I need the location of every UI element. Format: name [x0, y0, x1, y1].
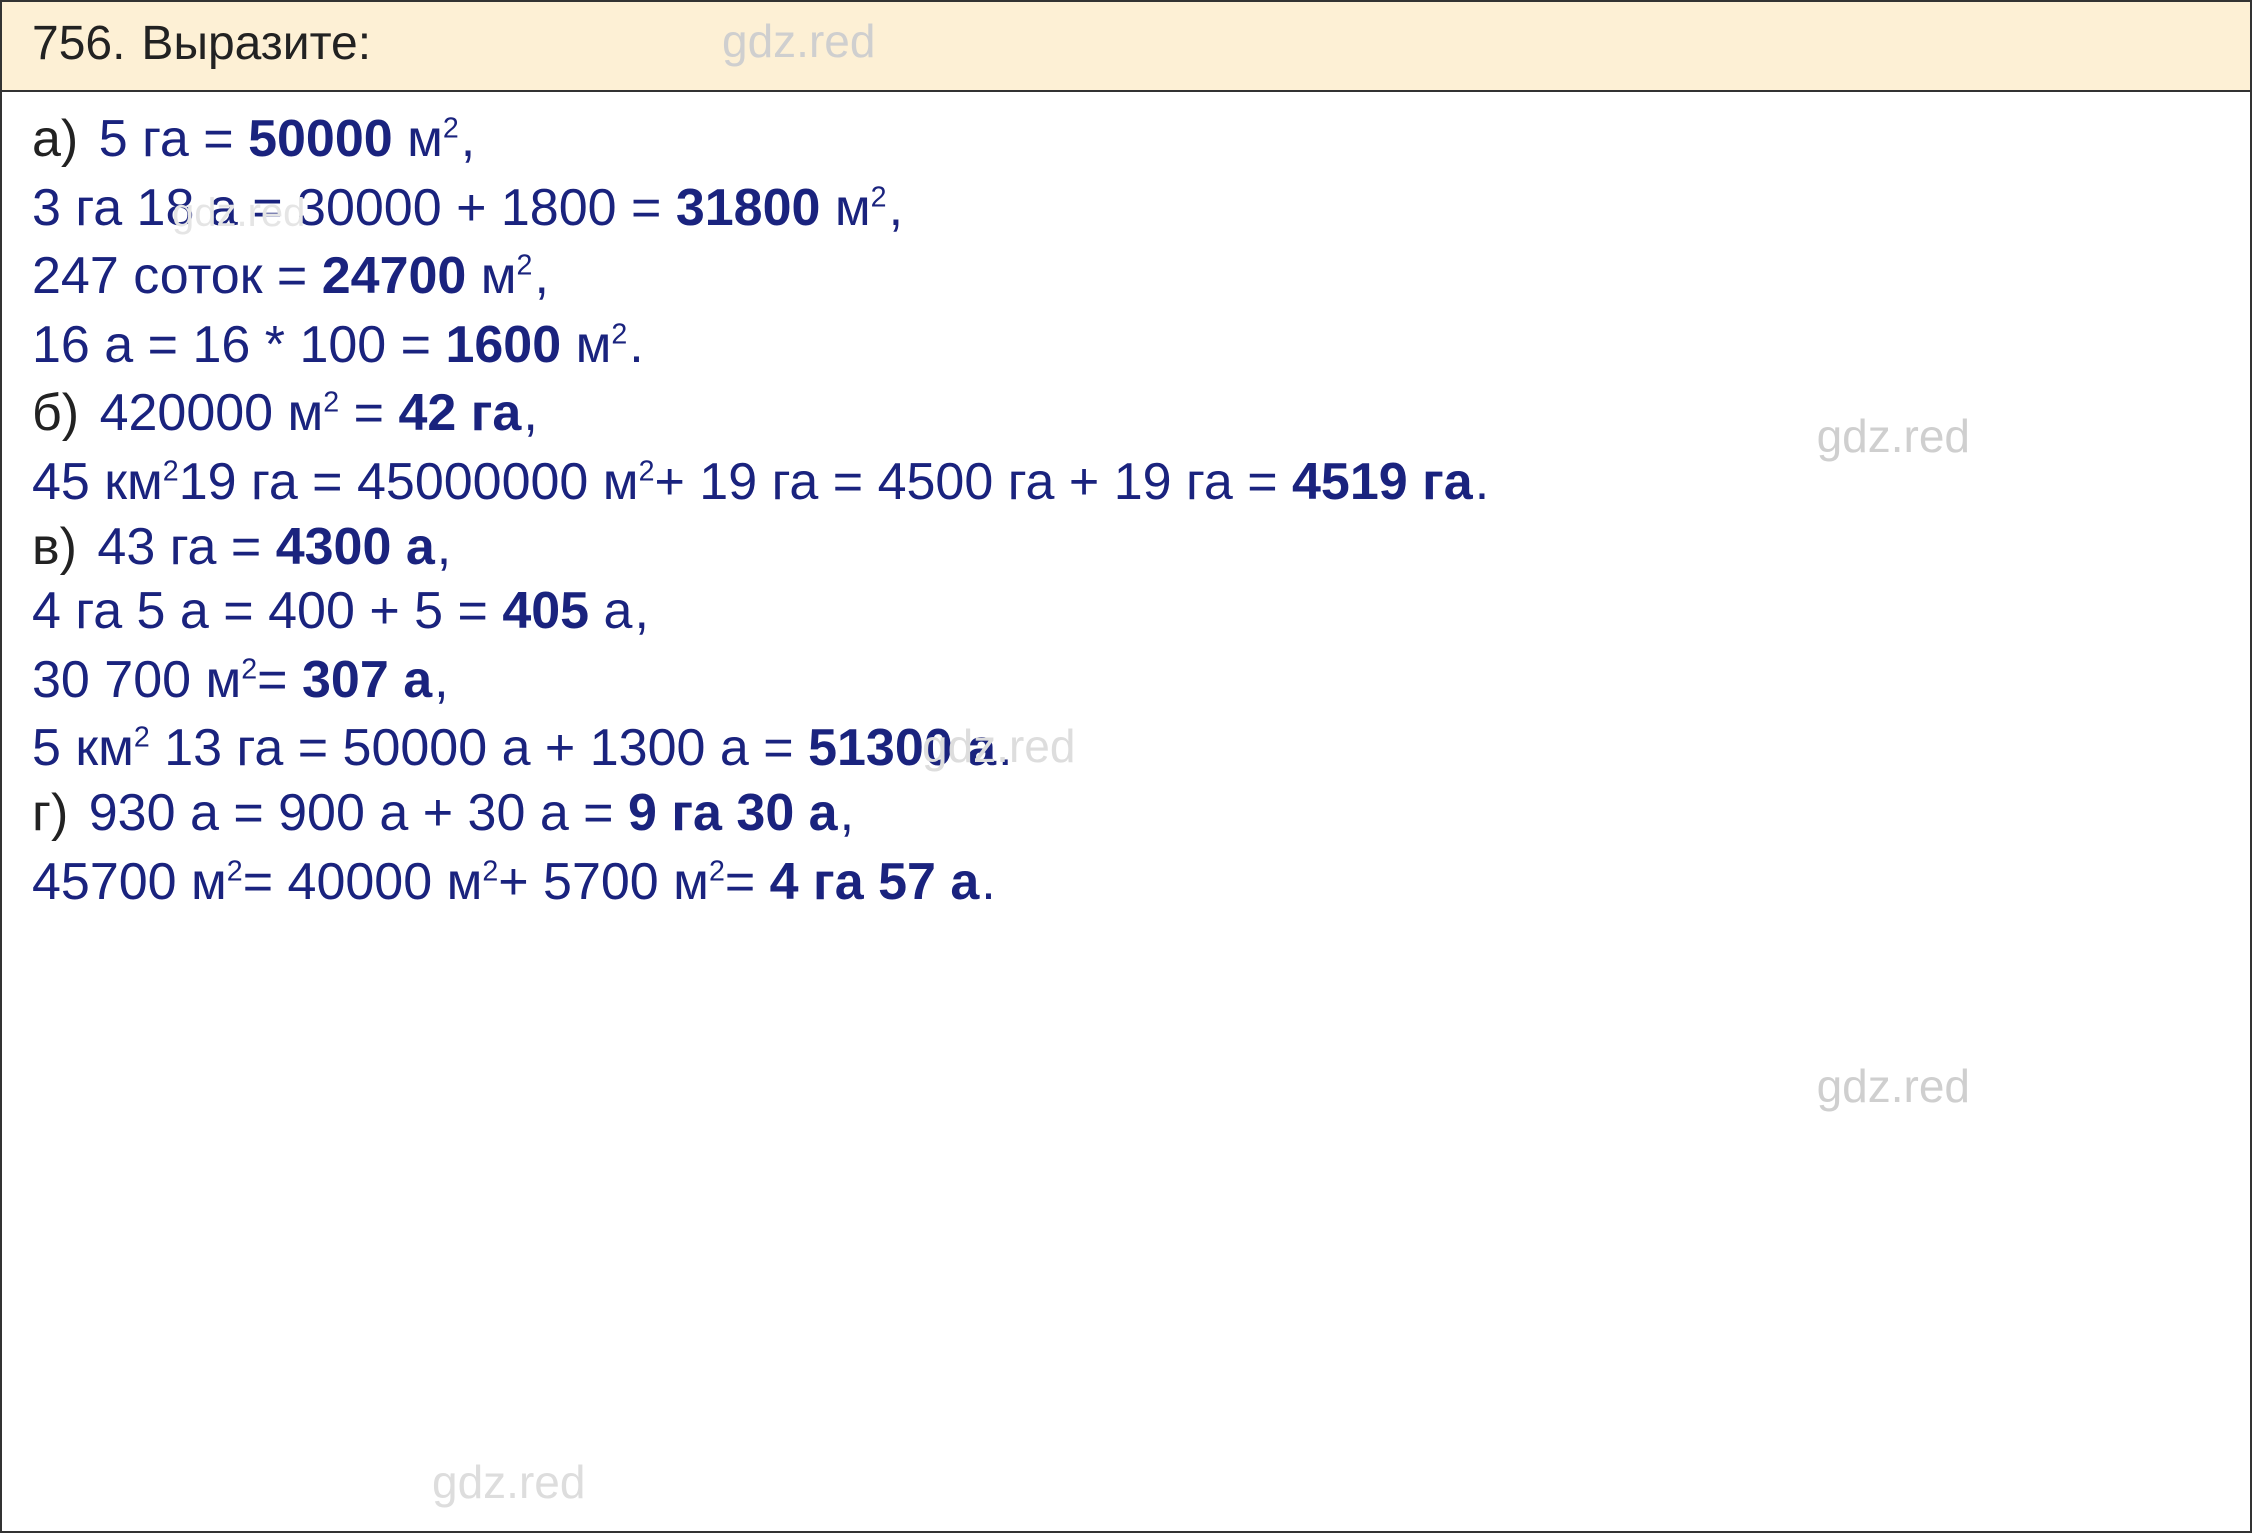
text: 19 га = 45000000 м	[179, 453, 639, 511]
punct: ,	[523, 384, 537, 442]
line-a4: 16 а = 16 * 100 = 1600 м2.	[32, 318, 2220, 373]
punct: .	[629, 316, 643, 374]
text: 420000 м	[100, 384, 324, 442]
answer: 405	[502, 582, 589, 640]
answer: 51300 а	[808, 719, 996, 777]
text: 45 км	[32, 453, 163, 511]
text: 5 км	[32, 719, 134, 777]
answer: 307 а	[302, 651, 432, 709]
text: 16 а = 16 * 100 =	[32, 316, 445, 374]
sup: 2	[871, 181, 887, 213]
punct: ,	[461, 110, 475, 168]
text: 43 га =	[97, 518, 275, 576]
line-a2: 3 га 18 а = 30000 + 1800 = 31800 м2,	[32, 181, 2220, 236]
unit: м	[561, 316, 611, 374]
text: =	[339, 384, 398, 442]
answer: 24700	[322, 247, 467, 305]
line-a1: а) 5 га = 50000 м2,	[32, 112, 2220, 167]
part-label-a: а)	[32, 110, 78, 168]
sup: 2	[482, 855, 498, 887]
punct: .	[998, 719, 1012, 777]
problem-header: 756. Выразите: gdz.red	[2, 2, 2250, 92]
answer: 31800	[676, 179, 821, 237]
sup: 2	[241, 653, 257, 685]
text: 45700 м	[32, 853, 227, 911]
line-d2: 45700 м2= 40000 м2+ 5700 м2= 4 га 57 а.	[32, 855, 2220, 910]
punct: ,	[437, 518, 451, 576]
punct: ,	[889, 179, 903, 237]
unit: м	[466, 247, 516, 305]
part-label-v: в)	[32, 518, 77, 576]
line-c2: 4 га 5 а = 400 + 5 = 405 а,	[32, 584, 2220, 639]
punct: ,	[634, 582, 648, 640]
sup: 2	[163, 456, 179, 488]
answer: 42 га	[398, 384, 521, 442]
text: 247 соток =	[32, 247, 322, 305]
part-label-b: б)	[32, 384, 79, 442]
text: 3 га 18 а = 30000 + 1800 =	[32, 179, 676, 237]
answer: 4300 а	[276, 518, 435, 576]
text: =	[725, 853, 770, 911]
punct: .	[981, 853, 995, 911]
sup: 2	[323, 387, 339, 419]
punct: ,	[434, 651, 448, 709]
punct: .	[1475, 453, 1489, 511]
answer: 4519 га	[1292, 453, 1473, 511]
text: 4 га 5 а = 400 + 5 =	[32, 582, 502, 640]
watermark: gdz.red	[722, 14, 875, 68]
text: 5 га =	[99, 110, 248, 168]
text: + 19 га = 4500 га + 19 га =	[654, 453, 1292, 511]
line-c4: 5 км2 13 га = 50000 а + 1300 а = 51300 а…	[32, 721, 2220, 776]
answer: 9 га 30 а	[628, 784, 838, 842]
sup: 2	[443, 113, 459, 145]
line-d1: г) 930 а = 900 а + 30 а = 9 га 30 а,	[32, 786, 2220, 841]
line-c3: 30 700 м2= 307 а,	[32, 653, 2220, 708]
unit: а	[589, 582, 632, 640]
unit: м	[393, 110, 443, 168]
line-b2: 45 км219 га = 45000000 м2+ 19 га = 4500 …	[32, 455, 2220, 510]
punct: ,	[534, 247, 548, 305]
solution-body: gdz.red gdz.red gdz.red gdz.red gdz.red …	[2, 92, 2250, 1531]
text: 930 а = 900 а + 30 а =	[89, 784, 628, 842]
unit: м	[820, 179, 870, 237]
watermark: gdz.red	[1817, 1062, 1970, 1110]
sup: 2	[639, 456, 655, 488]
line-b1: б) 420000 м2 = 42 га,	[32, 386, 2220, 441]
line-a3: 247 соток = 24700 м2,	[32, 249, 2220, 304]
sup: 2	[517, 250, 533, 282]
answer: 4 га 57 а	[770, 853, 980, 911]
answer: 50000	[248, 110, 393, 168]
problem-title: Выразите:	[141, 16, 371, 71]
text: 13 га = 50000 а + 1300 а =	[150, 719, 808, 777]
punct: ,	[840, 784, 854, 842]
text: =	[257, 651, 302, 709]
sup: 2	[134, 722, 150, 754]
text: + 5700 м	[498, 853, 709, 911]
sup: 2	[709, 855, 725, 887]
document-frame: 756. Выразите: gdz.red gdz.red gdz.red g…	[0, 0, 2252, 1533]
sup: 2	[611, 318, 627, 350]
line-c1: в) 43 га = 4300 а,	[32, 520, 2220, 575]
watermark: gdz.red	[432, 1458, 585, 1506]
part-label-g: г)	[32, 784, 68, 842]
answer: 1600	[445, 316, 561, 374]
text: 30 700 м	[32, 651, 241, 709]
text: = 40000 м	[243, 853, 483, 911]
problem-number: 756.	[32, 16, 125, 71]
sup: 2	[227, 855, 243, 887]
